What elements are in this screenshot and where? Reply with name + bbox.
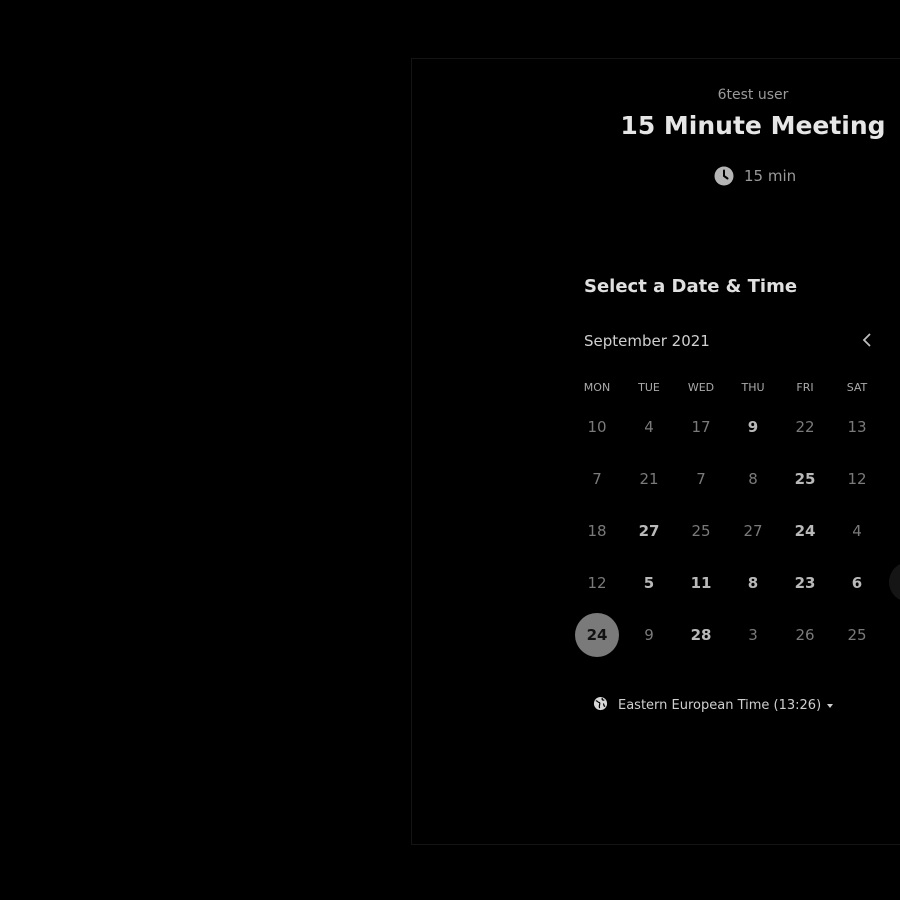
unavailable-day: 13 [847,418,867,436]
available-day[interactable]: 9 [727,405,779,449]
weekday-mon: MON [583,381,611,394]
available-day[interactable]: 25 [779,457,831,501]
unavailable-day: 21 [639,470,659,488]
selected-day[interactable]: 24 [575,613,619,657]
available-day[interactable]: 23 [779,561,831,605]
unavailable-day: 7 [696,470,706,488]
chevron-left-icon [862,332,872,351]
unavailable-day: 3 [748,626,758,644]
weekday-tue: TUE [638,381,660,394]
weekday-fri: FRI [796,381,814,394]
event-duration: 15 min [714,166,796,186]
section-title: Select a Date & Time [584,276,798,297]
month-label: September 2021 [584,332,710,350]
available-day[interactable]: 28 [675,613,727,657]
unavailable-day: 10 [587,418,607,436]
available-day[interactable]: 5 [623,561,675,605]
timezone-label: Eastern European Time (13:26) [618,698,822,713]
available-day[interactable]: 27 [623,509,675,553]
prev-month-button[interactable] [856,330,878,352]
unavailable-day: 8 [748,470,758,488]
clock-icon [714,166,734,186]
unavailable-day: 25 [847,626,867,644]
weekday-wed: WED [687,381,715,394]
weekday-sat: SAT [846,381,868,394]
weekday-thu: THU [741,381,765,394]
available-day[interactable]: 11 [675,561,727,605]
unavailable-day: 22 [795,418,815,436]
available-day[interactable]: 24 [779,509,831,553]
unavailable-day: 18 [587,522,607,540]
unavailable-day: 25 [691,522,711,540]
duration-label: 15 min [744,167,797,185]
unavailable-day: 7 [592,470,602,488]
available-day[interactable]: 8 [727,561,779,605]
organizer-name: 6test user [717,87,789,103]
timezone-selector[interactable]: Eastern European Time (13:26) [593,696,834,715]
booking-card [411,58,900,845]
unavailable-day: 12 [847,470,867,488]
unavailable-day: 9 [644,626,654,644]
unavailable-day: 4 [644,418,654,436]
unavailable-day: 12 [587,574,607,592]
unavailable-day: 4 [852,522,862,540]
event-title: 15 Minute Meeting [620,111,886,140]
unavailable-day: 27 [743,522,763,540]
caret-down-icon [827,703,834,708]
unavailable-day: 17 [691,418,711,436]
globe-icon [593,696,608,715]
available-day[interactable]: 6 [831,561,883,605]
unavailable-day: 26 [795,626,815,644]
